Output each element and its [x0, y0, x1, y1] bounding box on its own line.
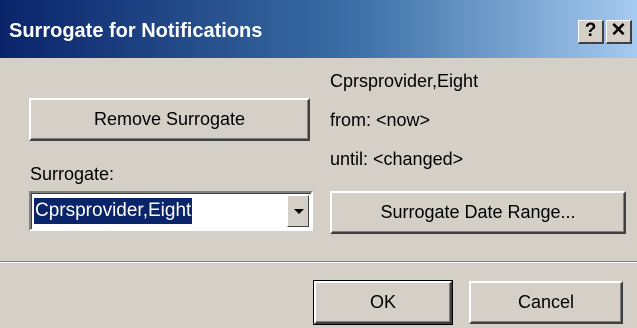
surrogate-date-range-button[interactable]: Surrogate Date Range... — [330, 191, 626, 234]
remove-surrogate-button[interactable]: Remove Surrogate — [29, 98, 310, 141]
title-bar[interactable]: Surrogate for Notifications ? ✕ — [0, 0, 637, 58]
dialog-title: Surrogate for Notifications — [9, 20, 263, 42]
until-text: until: <changed> — [330, 149, 464, 169]
close-button[interactable]: ✕ — [606, 20, 632, 44]
close-icon: ✕ — [610, 20, 627, 41]
footer-divider — [0, 261, 637, 263]
cancel-button[interactable]: Cancel — [469, 281, 623, 324]
surrogate-combo[interactable]: Cprsprovider,Eight — [29, 191, 313, 231]
ok-button[interactable]: OK — [313, 280, 453, 325]
from-text: from: <now> — [330, 110, 431, 130]
help-button[interactable]: ? — [578, 20, 604, 44]
surrogate-combo-value[interactable]: Cprsprovider,Eight — [32, 197, 194, 225]
surrogate-label: Surrogate: — [30, 164, 115, 184]
surrogate-name-text: Cprsprovider,Eight — [330, 71, 479, 91]
surrogate-dialog: Surrogate for Notifications ? ✕ Remove S… — [0, 0, 637, 328]
dropdown-arrow-icon[interactable] — [287, 195, 309, 227]
